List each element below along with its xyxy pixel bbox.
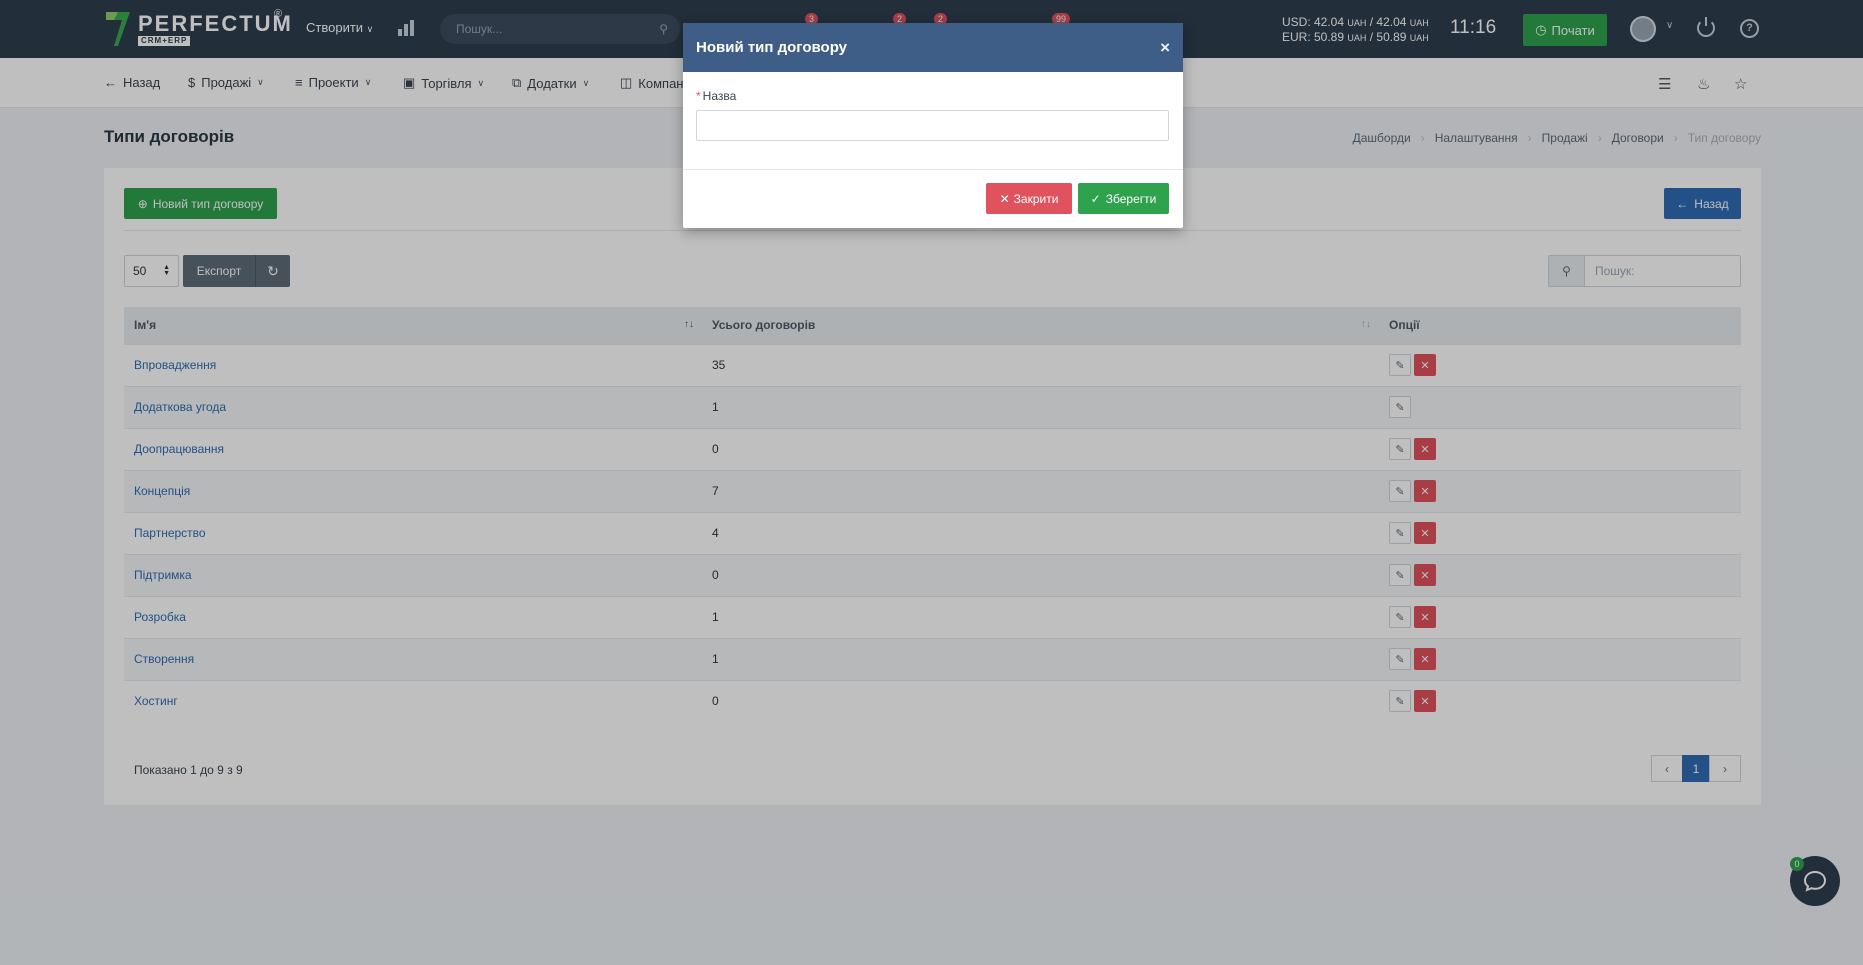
close-icon: ✕	[999, 191, 1010, 206]
save-button-label: Зберегти	[1105, 191, 1157, 206]
close-button-label: Закрити	[1013, 191, 1059, 206]
modal-title: Новий тип договору	[696, 39, 848, 56]
close-icon[interactable]: ×	[1160, 38, 1170, 58]
save-button[interactable]: ✓ Зберегти	[1078, 183, 1169, 214]
close-button[interactable]: ✕ Закрити	[986, 183, 1072, 214]
modal-header: Новий тип договору ×	[683, 23, 1183, 72]
required-marker: *	[696, 89, 701, 103]
check-icon: ✓	[1090, 191, 1101, 206]
new-contract-type-modal: Новий тип договору × * Назва ✕ Закрити ✓ …	[683, 23, 1183, 228]
modal-divider	[683, 169, 1183, 170]
name-field-input[interactable]	[696, 110, 1169, 141]
name-field-label: * Назва	[696, 89, 737, 103]
